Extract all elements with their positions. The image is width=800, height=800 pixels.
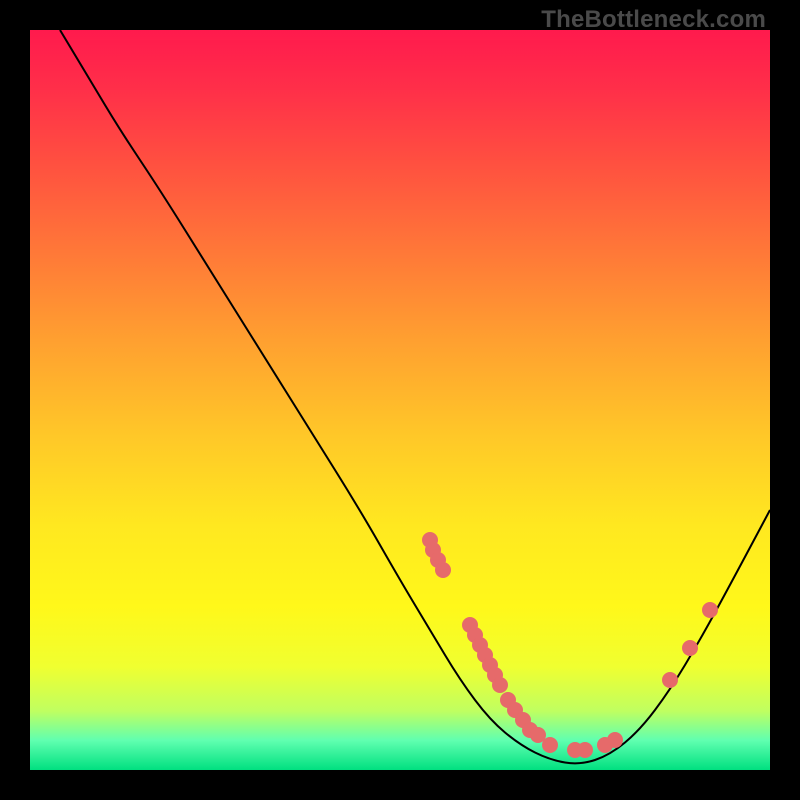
data-point [492, 677, 508, 693]
data-point [607, 732, 623, 748]
data-point [662, 672, 678, 688]
bottleneck-curve [60, 30, 770, 763]
watermark-text: TheBottleneck.com [541, 6, 766, 34]
chart-svg [30, 30, 770, 770]
data-point [702, 602, 718, 618]
data-point [542, 737, 558, 753]
data-point [682, 640, 698, 656]
data-points-group [422, 532, 718, 758]
data-point [577, 742, 593, 758]
data-point [435, 562, 451, 578]
chart-frame [30, 30, 770, 770]
